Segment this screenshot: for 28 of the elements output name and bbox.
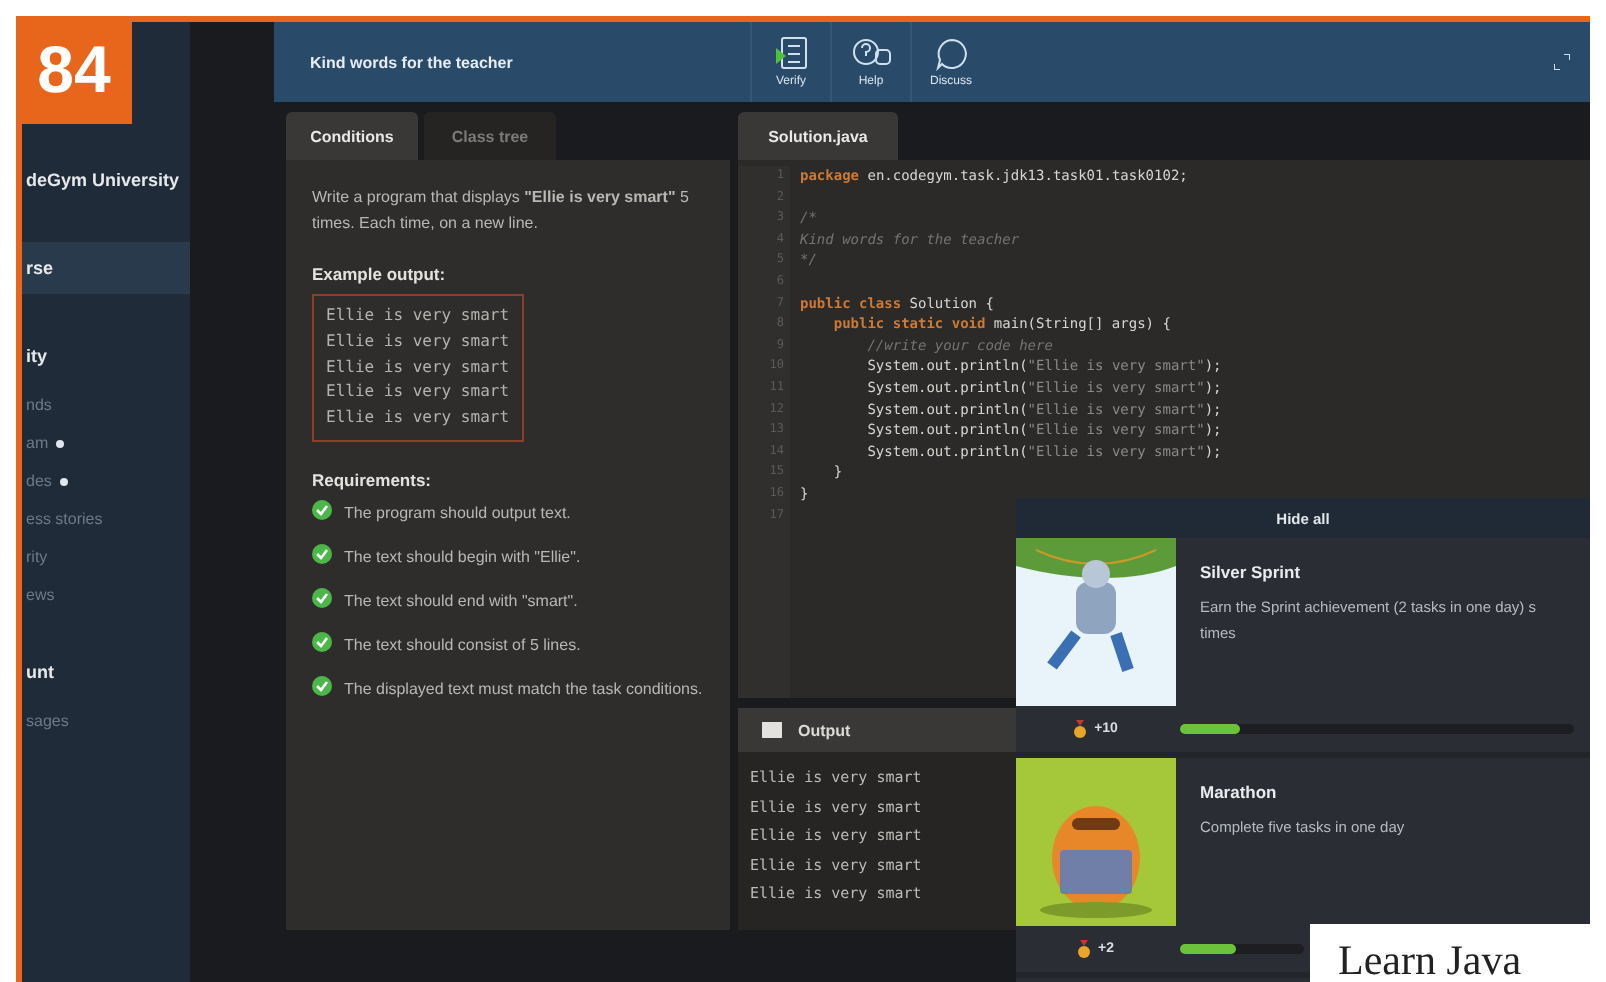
sidebar-item[interactable]: ity <box>22 330 190 382</box>
output-title: Output <box>798 721 851 739</box>
terminal-icon <box>762 722 782 738</box>
requirement-text: The text should end with "smart". <box>344 589 578 614</box>
task-description: Write a program that displays "Ellie is very smart" 5 times. Each time, on a new line. <box>312 186 691 236</box>
task-title: Kind words for the teacher <box>308 53 515 71</box>
checklist-icon <box>773 36 809 72</box>
chat-bubble-icon <box>933 36 969 72</box>
caption: Learn Java <box>1310 924 1590 982</box>
expand-icon[interactable] <box>1554 54 1570 70</box>
sidebar-item[interactable]: rse <box>22 242 190 294</box>
requirement-text: The text should consist of 5 lines. <box>344 633 581 658</box>
requirements-heading: Requirements: <box>312 469 434 490</box>
requirement-text: The text should begin with "Ellie". <box>344 545 581 570</box>
sidebar-item[interactable]: deGym University <box>22 154 190 206</box>
sidebar-item[interactable]: unt <box>22 646 190 698</box>
achievement-title: Marathon <box>1200 782 1279 802</box>
requirement-text: The program should output text. <box>344 501 571 526</box>
tab[interactable]: Conditions <box>286 112 418 160</box>
file-tab[interactable]: Solution.java <box>738 112 898 160</box>
achievement-title: Silver Sprint <box>1200 562 1303 582</box>
medal-icon <box>1074 720 1087 738</box>
example-heading: Example output: <box>312 264 448 284</box>
tab[interactable]: Class tree <box>424 112 556 160</box>
page-number: 84 <box>16 16 132 124</box>
requirement-text: The displayed text must match the task conditions. <box>344 677 703 702</box>
example-output: Ellie is very smart Ellie is very smart Ellie is very smart Ellie is very smart Ellie is very smart <box>312 294 524 442</box>
medal-icon <box>1078 940 1090 958</box>
